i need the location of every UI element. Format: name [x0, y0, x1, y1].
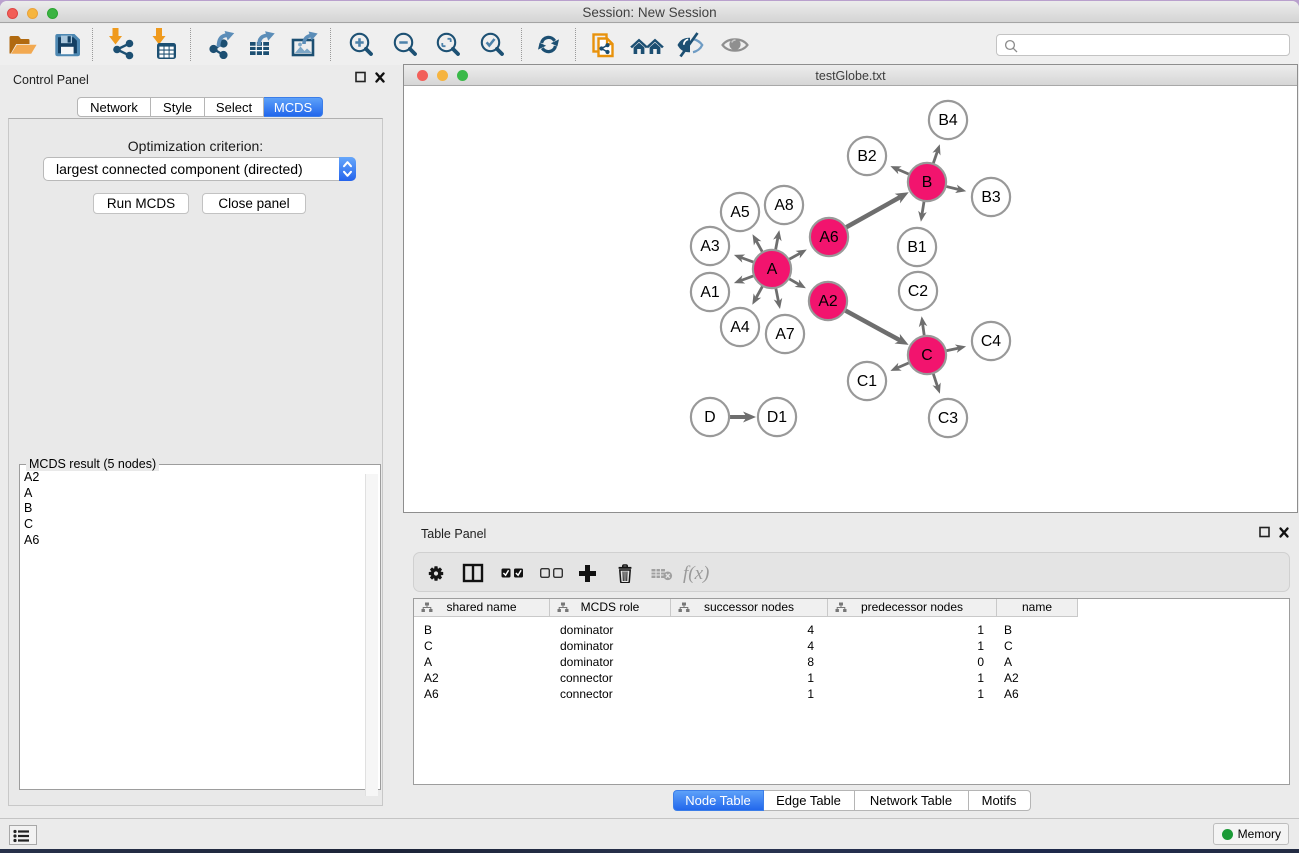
svg-text:B: B	[922, 174, 933, 191]
svg-text:A4: A4	[730, 319, 750, 336]
svg-text:A: A	[767, 261, 778, 278]
svg-text:B2: B2	[857, 148, 876, 165]
svg-text:A1: A1	[700, 284, 720, 301]
svg-text:C4: C4	[981, 333, 1001, 350]
svg-text:C: C	[921, 347, 932, 364]
svg-text:B3: B3	[981, 189, 1001, 206]
svg-text:A7: A7	[775, 326, 794, 343]
svg-text:f(x): f(x)	[683, 563, 709, 583]
svg-text:B1: B1	[907, 239, 927, 256]
svg-text:A2: A2	[818, 293, 837, 310]
svg-text:B4: B4	[938, 112, 958, 129]
svg-text:C3: C3	[938, 410, 958, 427]
svg-text:C1: C1	[857, 373, 877, 390]
svg-text:C2: C2	[908, 283, 928, 300]
svg-text:A3: A3	[700, 238, 720, 255]
svg-text:A5: A5	[730, 204, 750, 221]
svg-text:A8: A8	[774, 197, 794, 214]
svg-text:D1: D1	[767, 409, 787, 426]
svg-text:D: D	[704, 409, 715, 426]
svg-text:A6: A6	[819, 229, 839, 246]
